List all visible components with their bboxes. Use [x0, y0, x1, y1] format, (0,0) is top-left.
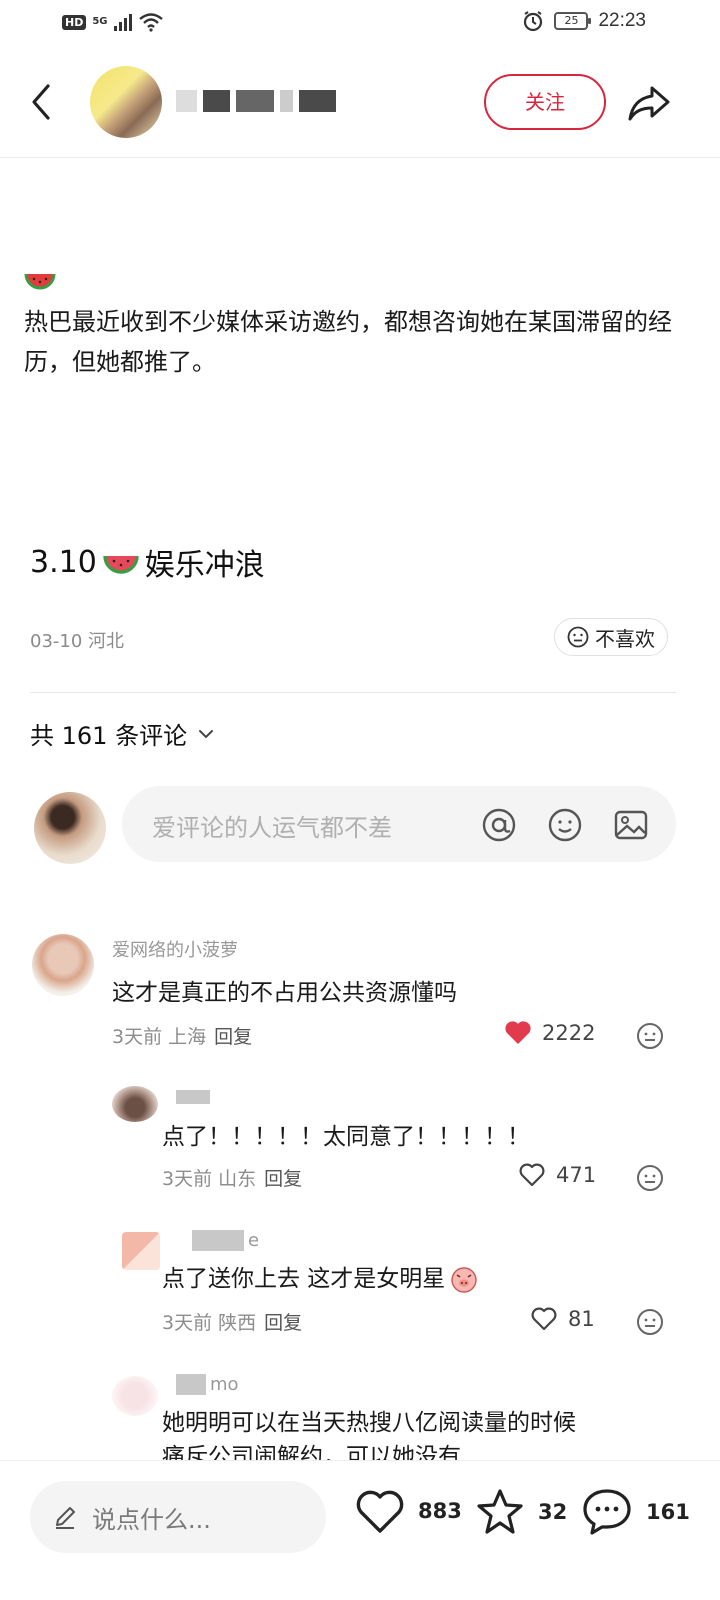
alarm-icon [524, 11, 543, 32]
comment-avatar[interactable] [32, 934, 94, 996]
comment-avatar[interactable] [112, 1086, 158, 1122]
comment-meta: 3天前 山东 回复 [162, 1164, 302, 1191]
comment-count-label: 共 161 条评论 [30, 722, 188, 750]
comment-author[interactable]: 爱网络的小菠萝 [112, 936, 238, 962]
say-something-input[interactable]: 说点什么... [30, 1481, 326, 1553]
comment-meta: 3天前 陕西 回复 [162, 1308, 302, 1335]
image-icon[interactable] [612, 806, 650, 844]
heart-outline-icon [531, 1307, 557, 1331]
my-avatar [34, 792, 106, 864]
comment-text: 点了送你上去 这才是女明星 [162, 1266, 446, 1292]
reply-link[interactable]: 回复 [214, 1026, 252, 1048]
comment-time-location: 3天前 陕西 [162, 1312, 257, 1334]
heart-filled-icon [505, 1021, 531, 1044]
comment-avatar[interactable] [112, 1376, 158, 1416]
like-count: 471 [556, 1163, 597, 1187]
meh-face-icon [567, 626, 589, 648]
comment-time-location: 3天前 上海 [112, 1026, 207, 1048]
author-avatar[interactable] [90, 66, 162, 138]
star-outline-icon [477, 1489, 523, 1534]
comment-input-placeholder: 爱评论的人运气都不差 [152, 814, 392, 842]
post-like-count: 883 [418, 1499, 462, 1523]
meh-face-icon[interactable] [636, 1164, 664, 1192]
chevron-down-icon [199, 729, 214, 738]
heart-outline-icon [519, 1163, 545, 1187]
say-something-placeholder: 说点什么... [92, 1505, 211, 1534]
post-tag[interactable]: 3.10 娱乐冲浪 [30, 540, 265, 584]
comment-time-location: 3天前 山东 [162, 1168, 257, 1190]
comment-author[interactable]: e [192, 1230, 260, 1251]
reply-link[interactable]: 回复 [264, 1168, 302, 1190]
pig-emoji-icon [451, 1267, 478, 1293]
share-icon[interactable] [624, 78, 674, 128]
comment-text[interactable]: 这才是真正的不占用公共资源懂吗 [112, 976, 457, 1010]
comment-author[interactable] [176, 1090, 210, 1104]
heart-outline-icon [356, 1490, 404, 1533]
like-button[interactable]: 2222 [504, 1020, 595, 1046]
comment-bubble-icon [583, 1489, 631, 1535]
comment-text[interactable]: 她明明可以在当天热搜八亿阅读量的时候 [162, 1406, 576, 1440]
like-button[interactable]: 81 [530, 1306, 595, 1332]
meh-face-icon[interactable] [636, 1022, 664, 1050]
back-icon[interactable] [26, 82, 56, 122]
signal-icon [113, 13, 132, 31]
post-body: 热巴最近收到不少媒体采访邀约，都想咨询她在某国滞留的经历，但她都推了。 [24, 308, 672, 376]
meh-face-icon[interactable] [636, 1308, 664, 1336]
bottom-action-bar: 说点什么... 883 32 161 [0, 1460, 720, 1600]
collect-post-button[interactable]: 32 [474, 1487, 567, 1537]
divider [30, 692, 676, 693]
dislike-button[interactable]: 不喜欢 [554, 618, 668, 656]
comment-input[interactable]: 爱评论的人运气都不差 [122, 786, 676, 862]
status-left: HD 5G [62, 12, 164, 32]
like-post-button[interactable]: 883 [354, 1487, 462, 1535]
follow-button[interactable]: 关注 [484, 74, 606, 130]
network-type: 5G [92, 16, 108, 27]
wifi-icon [138, 13, 163, 32]
comment-text[interactable]: 点了！！！！！太同意了！！！！！ [162, 1120, 530, 1154]
author-name-blurred[interactable] [176, 86, 337, 116]
comment-author[interactable]: mo [176, 1374, 239, 1395]
dislike-label: 不喜欢 [595, 626, 655, 651]
reply-link[interactable]: 回复 [264, 1312, 302, 1334]
clock: 22:23 [598, 10, 646, 31]
like-count: 81 [568, 1307, 595, 1331]
comment-count-toggle[interactable]: 共 161 条评论 [30, 716, 215, 751]
emoji-icon[interactable] [546, 806, 584, 844]
mention-icon[interactable] [480, 806, 518, 844]
tag-text: 娱乐冲浪 [144, 548, 265, 583]
like-count: 2222 [542, 1021, 596, 1045]
hd-indicator: HD [62, 14, 87, 30]
comment-text-row[interactable]: 点了送你上去 这才是女明星 [162, 1262, 479, 1296]
watermelon-icon [103, 555, 139, 574]
pencil-icon [56, 1507, 75, 1529]
comment-meta: 3天前 上海 回复 [112, 1022, 252, 1049]
comment-post-button[interactable]: 161 [580, 1487, 690, 1537]
post-header: 关注 [0, 48, 720, 158]
battery-icon: 25 [554, 12, 592, 30]
status-bar: HD 5G 25 22:23 [0, 0, 720, 48]
post-meta: 03-10 河北 [30, 631, 125, 652]
like-button[interactable]: 471 [518, 1162, 596, 1188]
tag-date: 3.10 [30, 544, 97, 580]
status-right: 25 22:23 [522, 10, 646, 32]
comment-avatar[interactable] [122, 1232, 160, 1270]
post-star-count: 32 [538, 1500, 568, 1524]
watermelon-icon [24, 273, 56, 290]
post-comment-count: 161 [646, 1500, 690, 1524]
